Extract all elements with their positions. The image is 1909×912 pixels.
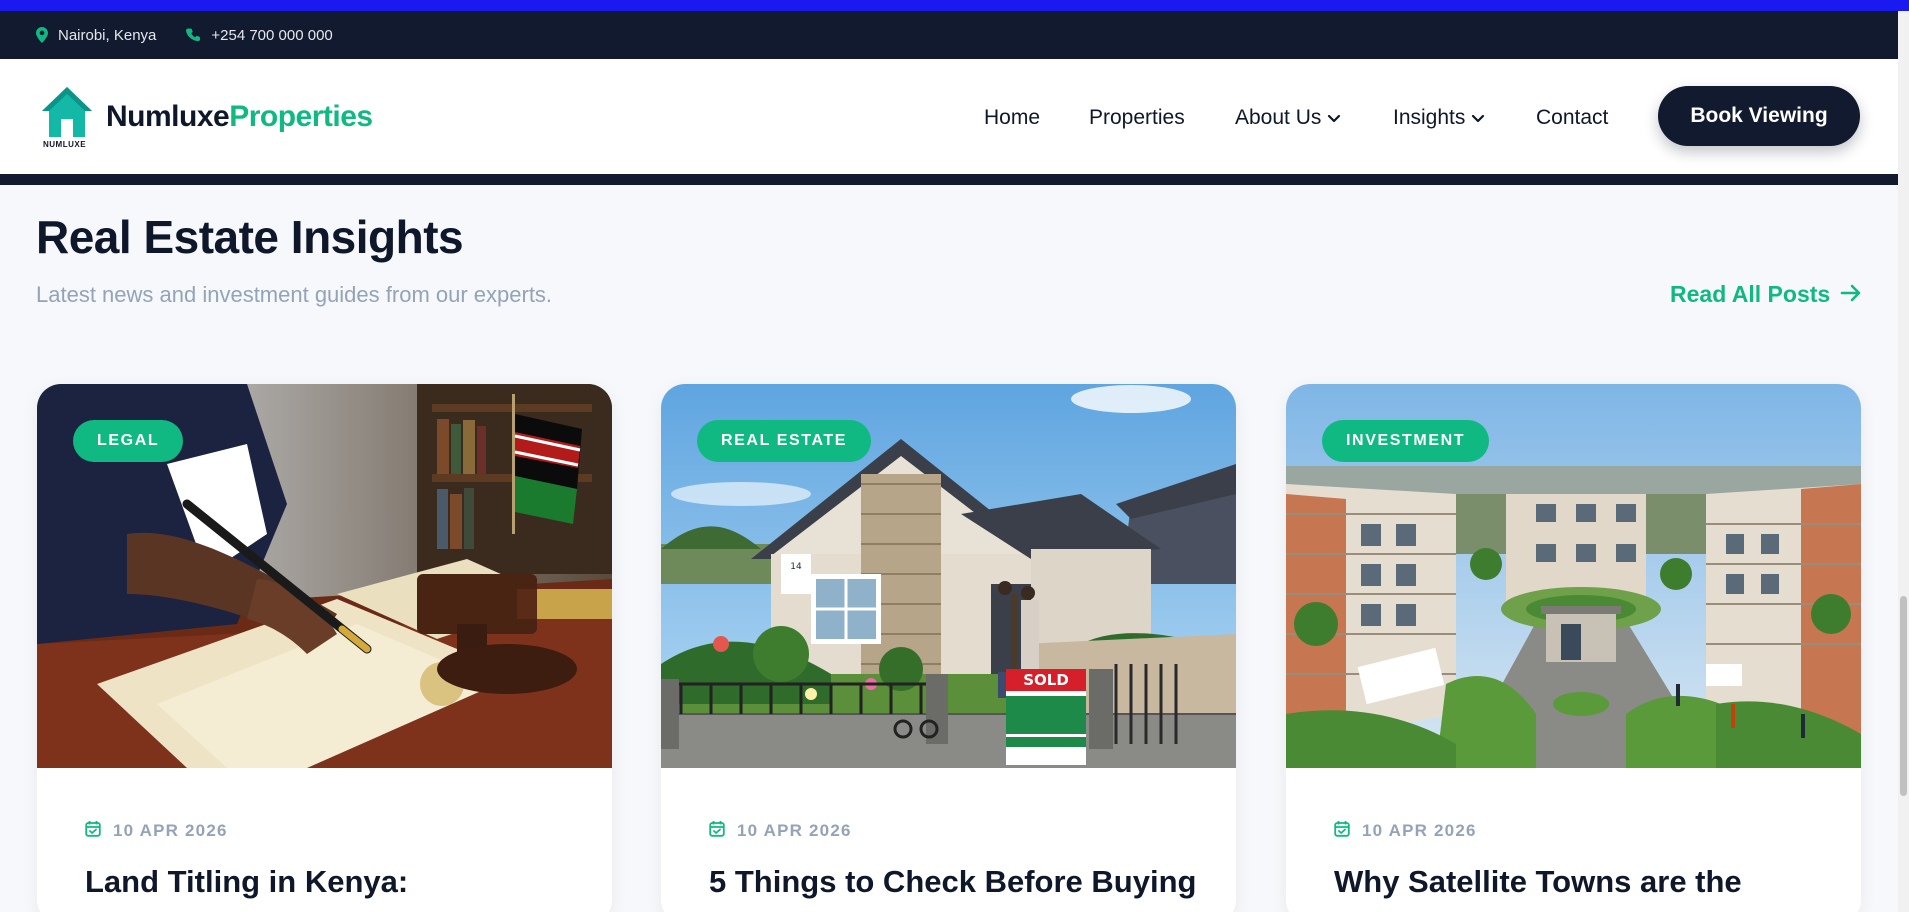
brand-name-part2: Properties <box>229 100 373 133</box>
nav-home-label: Home <box>984 106 1041 129</box>
location-text: Nairobi, Kenya <box>58 26 157 44</box>
main-navbar: NUMLUXE NumluxeProperties Home Propertie… <box>0 59 1898 174</box>
logo-tag: NUMLUXE <box>43 140 87 149</box>
nav-contact[interactable]: Contact <box>1536 106 1608 130</box>
read-all-label: Read All Posts <box>1670 281 1831 307</box>
phone-icon <box>186 27 201 43</box>
book-viewing-button[interactable]: Book Viewing <box>1658 86 1860 146</box>
svg-text:SOLD: SOLD <box>1023 671 1069 689</box>
card-date: 10 APR 2026 <box>85 820 228 842</box>
card-title[interactable]: Why Satellite Towns are the <box>1334 862 1824 902</box>
nav-insights-label: Insights <box>1393 106 1466 129</box>
blog-card[interactable]: 14 SOLD REAL ESTATE 10 APR 2026 5 Things… <box>661 384 1236 912</box>
section-title: Real Estate Insights <box>36 211 464 263</box>
card-date-text: 10 APR 2026 <box>1362 821 1477 840</box>
nav-insights[interactable]: Insights <box>1393 106 1485 130</box>
category-badge: REAL ESTATE <box>697 420 872 462</box>
card-image-house[interactable]: 14 SOLD REAL ESTATE <box>661 384 1236 768</box>
card-image-satellite-town[interactable]: INVESTMENT <box>1286 384 1861 768</box>
card-date: 10 APR 2026 <box>709 820 852 842</box>
svg-text:14: 14 <box>790 562 802 572</box>
map-pin-icon <box>36 27 48 43</box>
navbar-bottom-band <box>0 174 1898 185</box>
brand-name-part1: Numluxe <box>106 100 230 133</box>
top-info-bar: Nairobi, Kenya +254 700 000 000 <box>0 11 1898 59</box>
blog-card[interactable]: INVESTMENT 10 APR 2026 Why Satellite Tow… <box>1286 384 1861 912</box>
calendar-check-icon <box>85 820 101 842</box>
browser-top-strip <box>0 0 1909 11</box>
blog-card[interactable]: LEGAL 10 APR 2026 Land Titling in Kenya: <box>37 384 612 912</box>
chevron-down-icon <box>1327 106 1341 130</box>
phone-info[interactable]: +254 700 000 000 <box>186 26 333 44</box>
category-badge: LEGAL <box>73 420 184 462</box>
page-scrollbar[interactable] <box>1898 11 1909 912</box>
nav-about-us[interactable]: About Us <box>1235 106 1341 130</box>
scrollbar-thumb[interactable] <box>1900 596 1907 796</box>
card-image-title-deed[interactable]: LEGAL <box>37 384 612 768</box>
phone-text: +254 700 000 000 <box>211 26 333 44</box>
calendar-check-icon <box>709 820 725 842</box>
location-info: Nairobi, Kenya <box>36 27 156 44</box>
nav-home[interactable]: Home <box>984 106 1040 130</box>
calendar-check-icon <box>1334 820 1350 842</box>
card-date-text: 10 APR 2026 <box>737 821 852 840</box>
house-logo-icon: NUMLUXE <box>40 85 94 149</box>
nav-properties-label: Properties <box>1089 106 1185 129</box>
nav-about-label: About Us <box>1235 106 1322 129</box>
nav-contact-label: Contact <box>1536 106 1609 129</box>
category-badge: INVESTMENT <box>1322 420 1490 462</box>
nav-properties[interactable]: Properties <box>1089 106 1185 130</box>
read-all-posts-link[interactable]: Read All Posts <box>1670 281 1862 308</box>
arrow-right-icon <box>1840 281 1862 308</box>
card-date: 10 APR 2026 <box>1334 820 1477 842</box>
card-title[interactable]: Land Titling in Kenya: <box>85 862 575 902</box>
brand-logo[interactable]: NUMLUXE NumluxeProperties <box>40 85 373 149</box>
section-subtitle: Latest news and investment guides from o… <box>36 282 553 307</box>
chevron-down-icon <box>1471 106 1485 130</box>
card-title[interactable]: 5 Things to Check Before Buying <box>709 862 1199 902</box>
brand-name: NumluxeProperties <box>106 100 373 134</box>
card-date-text: 10 APR 2026 <box>113 821 228 840</box>
